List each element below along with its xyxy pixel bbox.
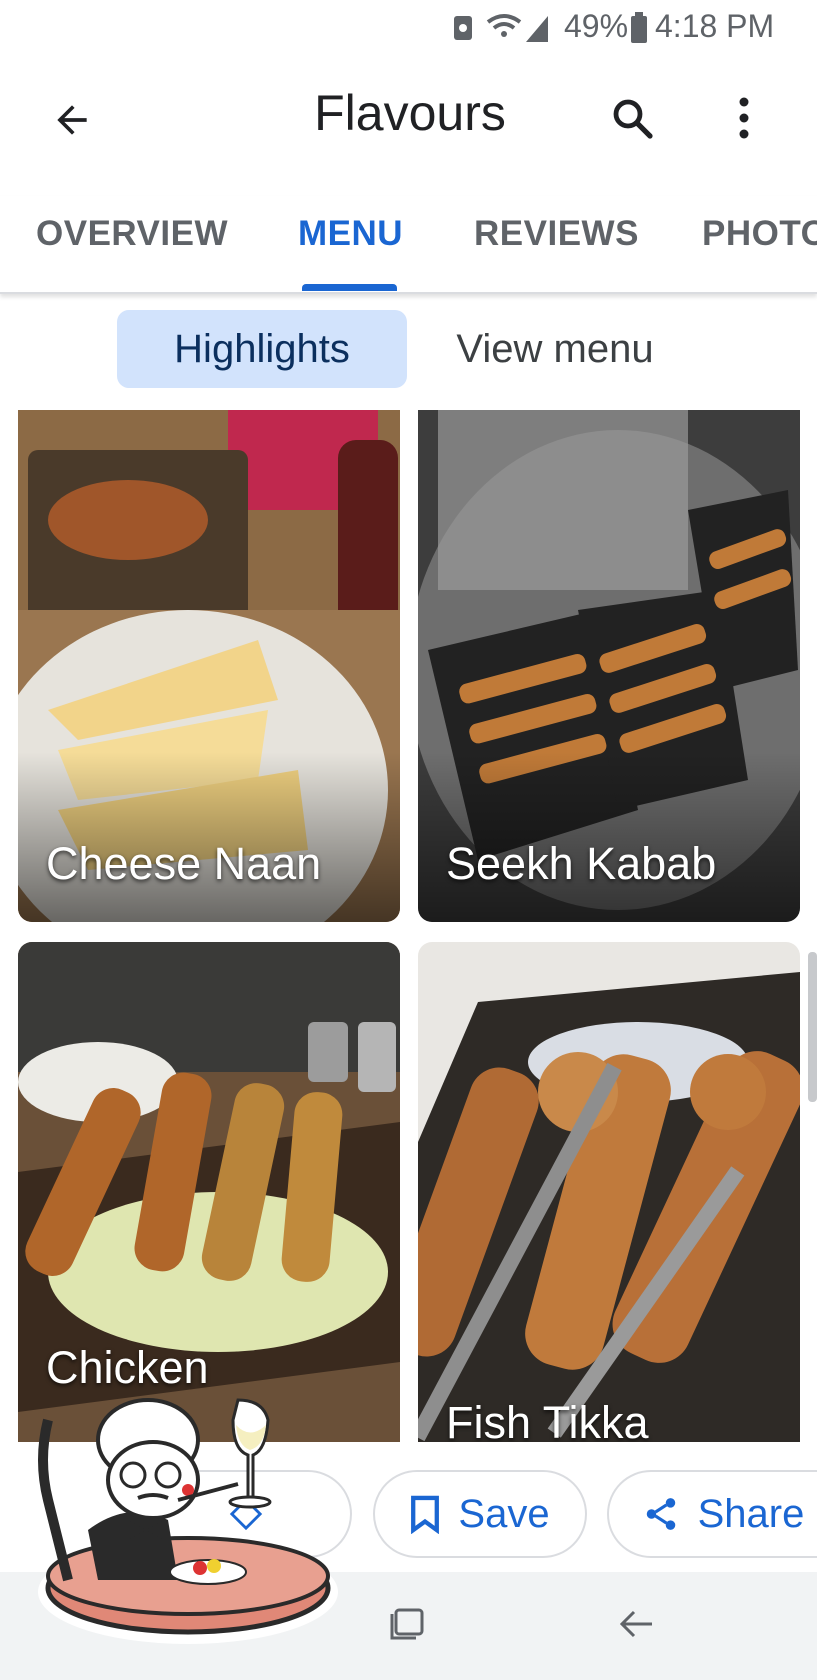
status-bar: 49% 4:18 PM xyxy=(0,0,817,56)
tab-reviews[interactable]: REVIEWS xyxy=(474,214,639,254)
tab-bar: OVERVIEW MENU REVIEWS PHOTO xyxy=(0,196,817,294)
menu-item-label: Cheese Naan xyxy=(46,838,322,889)
more-options-button[interactable] xyxy=(712,86,776,150)
share-button[interactable]: Share xyxy=(607,1470,817,1558)
tab-menu[interactable]: MENU xyxy=(298,214,403,254)
sim-icon xyxy=(454,16,472,40)
system-back-icon xyxy=(619,1610,652,1638)
menu-item-label: Seekh Kabab xyxy=(446,838,717,889)
menu-item-card-fish-tikka[interactable]: Fish Tikka xyxy=(418,942,800,1462)
recent-apps-button[interactable] xyxy=(376,1594,436,1654)
save-label: Save xyxy=(458,1491,550,1536)
status-time: 4:18 PM xyxy=(655,8,775,44)
chef-mascot-logo xyxy=(38,1398,338,1644)
scrollbar[interactable] xyxy=(808,952,817,1102)
menu-item-card-cheese-naan[interactable]: Cheese Naan xyxy=(18,410,400,922)
recent-apps-icon xyxy=(390,1608,424,1640)
system-back-button[interactable] xyxy=(606,1594,666,1654)
arrow-back-icon xyxy=(57,105,87,135)
share-icon xyxy=(646,1498,675,1530)
share-label: Share xyxy=(697,1491,805,1536)
highlights-chip[interactable]: Highlights xyxy=(117,310,407,388)
page-title: Flavours xyxy=(314,85,506,141)
search-icon xyxy=(613,99,653,139)
fish-tikka-photo xyxy=(418,942,800,1462)
tab-overview[interactable]: OVERVIEW xyxy=(36,214,228,254)
menu-item-card-seekh-kabab[interactable]: Seekh Kabab xyxy=(418,410,800,922)
view-menu-chip[interactable]: View menu xyxy=(425,310,685,388)
battery-icon xyxy=(631,12,647,43)
active-tab-indicator xyxy=(302,284,397,291)
battery-percent: 49% xyxy=(564,8,629,44)
more-vert-icon xyxy=(739,97,749,139)
save-button[interactable]: Save xyxy=(373,1470,587,1558)
back-button[interactable] xyxy=(40,88,104,152)
wifi-signal-icon xyxy=(486,14,548,42)
bookmark-icon xyxy=(411,1495,440,1534)
tab-photos[interactable]: PHOTO xyxy=(702,214,817,254)
search-button[interactable] xyxy=(600,86,664,150)
